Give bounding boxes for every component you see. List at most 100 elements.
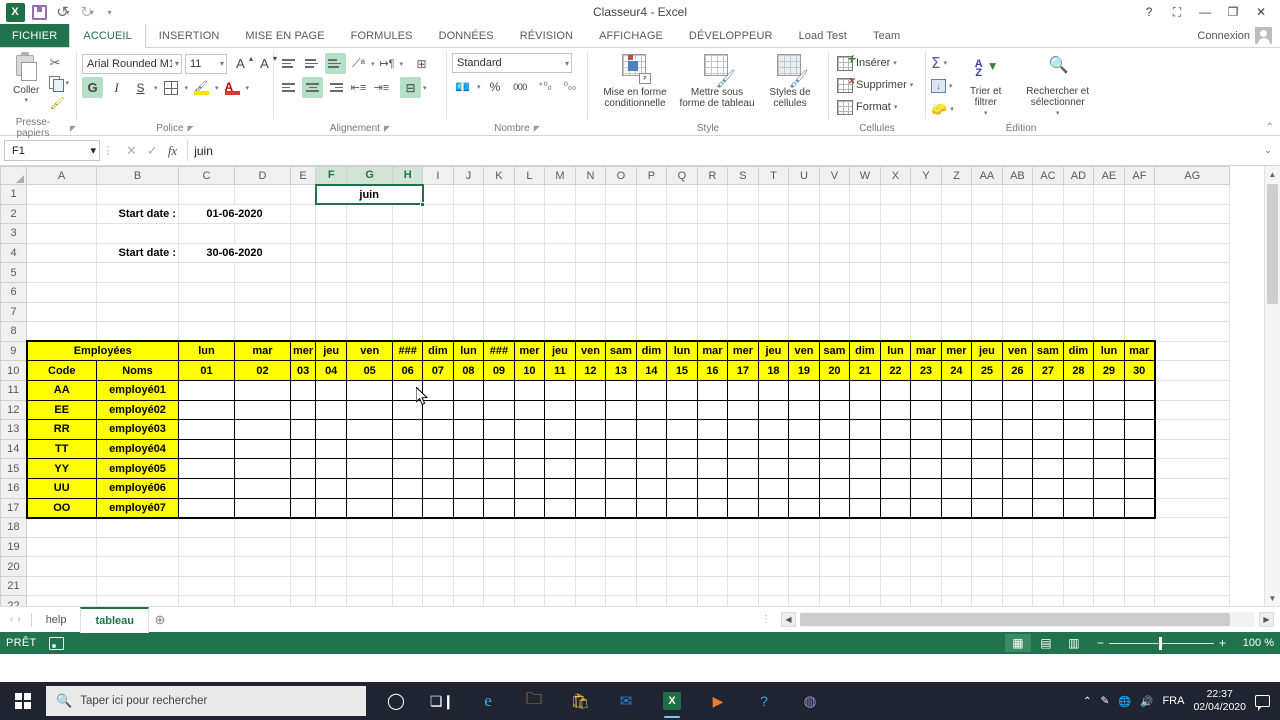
cell-AC19[interactable] [1032, 536, 1064, 558]
cell-X2[interactable] [879, 203, 912, 225]
cell-AC8[interactable] [1032, 321, 1064, 342]
schedule-cell-r2-d30[interactable] [1123, 399, 1156, 421]
cell-A19[interactable] [26, 536, 97, 558]
cell-U21[interactable] [788, 575, 820, 597]
cell-F5[interactable] [315, 262, 348, 283]
find-select-button[interactable]: 🔍 Rechercher et sélectionner ▾ [1018, 52, 1098, 119]
cell-J6[interactable] [452, 281, 485, 303]
cell-Q7[interactable] [666, 301, 698, 323]
column-header-f[interactable]: F [315, 166, 348, 186]
cell-R6[interactable] [696, 281, 729, 303]
schedule-cell-r2-d17[interactable] [727, 399, 759, 421]
schedule-cell-r1-d5[interactable] [346, 379, 394, 401]
column-header-x[interactable]: X [879, 166, 912, 185]
weekday-header-2[interactable]: mar [234, 340, 291, 362]
cell-AE18[interactable] [1093, 517, 1125, 538]
cell-AB20[interactable] [1001, 556, 1034, 577]
schedule-cell-r3-d16[interactable] [696, 419, 729, 440]
collapse-ribbon-icon[interactable]: ⌃ [1266, 122, 1274, 133]
daynumber-header-9[interactable]: 09 [483, 360, 515, 381]
cell-N4[interactable] [574, 242, 607, 264]
schedule-cell-r1-d27[interactable] [1032, 379, 1064, 401]
schedule-cell-r2-d28[interactable] [1062, 399, 1095, 421]
weekday-header-21[interactable]: dim [849, 340, 881, 362]
cell-AG21[interactable] [1154, 575, 1231, 597]
cell-O8[interactable] [605, 321, 637, 342]
schedule-cell-r7-d10[interactable] [513, 497, 546, 519]
cell-K6[interactable] [483, 281, 515, 303]
cell-AE20[interactable] [1093, 556, 1125, 577]
column-header-ag[interactable]: AG [1154, 166, 1231, 185]
cell-L7[interactable] [513, 301, 546, 323]
weekday-header-5[interactable]: ven [346, 340, 394, 362]
column-header-k[interactable]: K [483, 166, 515, 185]
schedule-cell-r2-d6[interactable] [392, 399, 424, 421]
daynumber-header-6[interactable]: 06 [392, 360, 424, 381]
weekday-header-23[interactable]: mar [910, 340, 942, 362]
cell-Q4[interactable] [666, 242, 698, 264]
cell-G3[interactable] [346, 223, 394, 244]
thousands-format-button[interactable]: 000 [510, 76, 531, 97]
schedule-cell-r2-d12[interactable] [574, 399, 607, 421]
cell-L4[interactable] [513, 242, 546, 264]
daynumber-header-26[interactable]: 26 [1001, 360, 1034, 381]
row-header-6[interactable]: 6 [0, 281, 27, 303]
cell-B6[interactable] [96, 281, 179, 303]
schedule-cell-r7-d16[interactable] [696, 497, 729, 519]
cell-AC6[interactable] [1032, 281, 1064, 303]
column-header-t[interactable]: T [757, 166, 790, 185]
schedule-cell-r7-d29[interactable] [1093, 497, 1125, 519]
cell-I20[interactable] [422, 556, 454, 577]
cell-K5[interactable] [483, 262, 515, 283]
cell-I7[interactable] [422, 301, 454, 323]
cell-Z7[interactable] [940, 301, 973, 323]
daynumber-header-29[interactable]: 29 [1093, 360, 1125, 381]
cell-Z2[interactable] [940, 203, 973, 225]
schedule-cell-r3-d2[interactable] [234, 419, 291, 440]
cancel-formula-icon[interactable]: ✕ [126, 143, 137, 159]
row-header-11[interactable]: 11 [0, 379, 27, 401]
weekday-header-4[interactable]: jeu [315, 340, 348, 362]
cell-P7[interactable] [635, 301, 668, 323]
cell-AG13[interactable] [1154, 419, 1231, 440]
cell-F6[interactable] [315, 281, 348, 303]
schedule-cell-r6-d7[interactable] [422, 477, 454, 499]
row-header-9[interactable]: 9 [0, 340, 27, 362]
cell-H22[interactable] [392, 595, 424, 606]
scroll-down-icon[interactable]: ▼ [1265, 590, 1280, 606]
cell-L5[interactable] [513, 262, 546, 283]
cell-P19[interactable] [635, 536, 668, 558]
increase-font-size-button[interactable]: A ▴ [230, 53, 253, 74]
cell-AE4[interactable] [1093, 242, 1125, 264]
cell-I2[interactable] [422, 203, 454, 225]
cell-R8[interactable] [696, 321, 729, 342]
cell-AD3[interactable] [1062, 223, 1095, 244]
schedule-cell-r6-d4[interactable] [315, 477, 348, 499]
schedule-cell-r5-d23[interactable] [910, 458, 942, 479]
cell-J22[interactable] [452, 595, 485, 606]
cell-T20[interactable] [757, 556, 790, 577]
cell-O21[interactable] [605, 575, 637, 597]
tab-developpeur[interactable]: DÉVELOPPEUR [676, 24, 786, 47]
cell-AB4[interactable] [1001, 242, 1034, 264]
cell-Q5[interactable] [666, 262, 698, 283]
row-header-1[interactable]: 1 [0, 184, 27, 205]
schedule-cell-r3-d7[interactable] [422, 419, 454, 440]
cell-E1[interactable] [289, 184, 317, 205]
weekday-header-13[interactable]: sam [605, 340, 637, 362]
cell-Y3[interactable] [910, 223, 942, 244]
cell-U1[interactable] [788, 184, 820, 205]
schedule-cell-r2-d23[interactable] [910, 399, 942, 421]
close-button[interactable]: ✕ [1248, 1, 1274, 23]
cell-AE5[interactable] [1093, 262, 1125, 283]
schedule-cell-r6-d2[interactable] [234, 477, 291, 499]
schedule-cell-r3-d5[interactable] [346, 419, 394, 440]
cell-J4[interactable] [452, 242, 485, 264]
weekday-header-19[interactable]: ven [788, 340, 820, 362]
schedule-cell-r3-d6[interactable] [392, 419, 424, 440]
orientation-button[interactable]: ⟋ᵃ [348, 53, 369, 74]
schedule-cell-r2-d9[interactable] [483, 399, 515, 421]
cell-U2[interactable] [788, 203, 820, 225]
cell-K21[interactable] [483, 575, 515, 597]
cell-K3[interactable] [483, 223, 515, 244]
